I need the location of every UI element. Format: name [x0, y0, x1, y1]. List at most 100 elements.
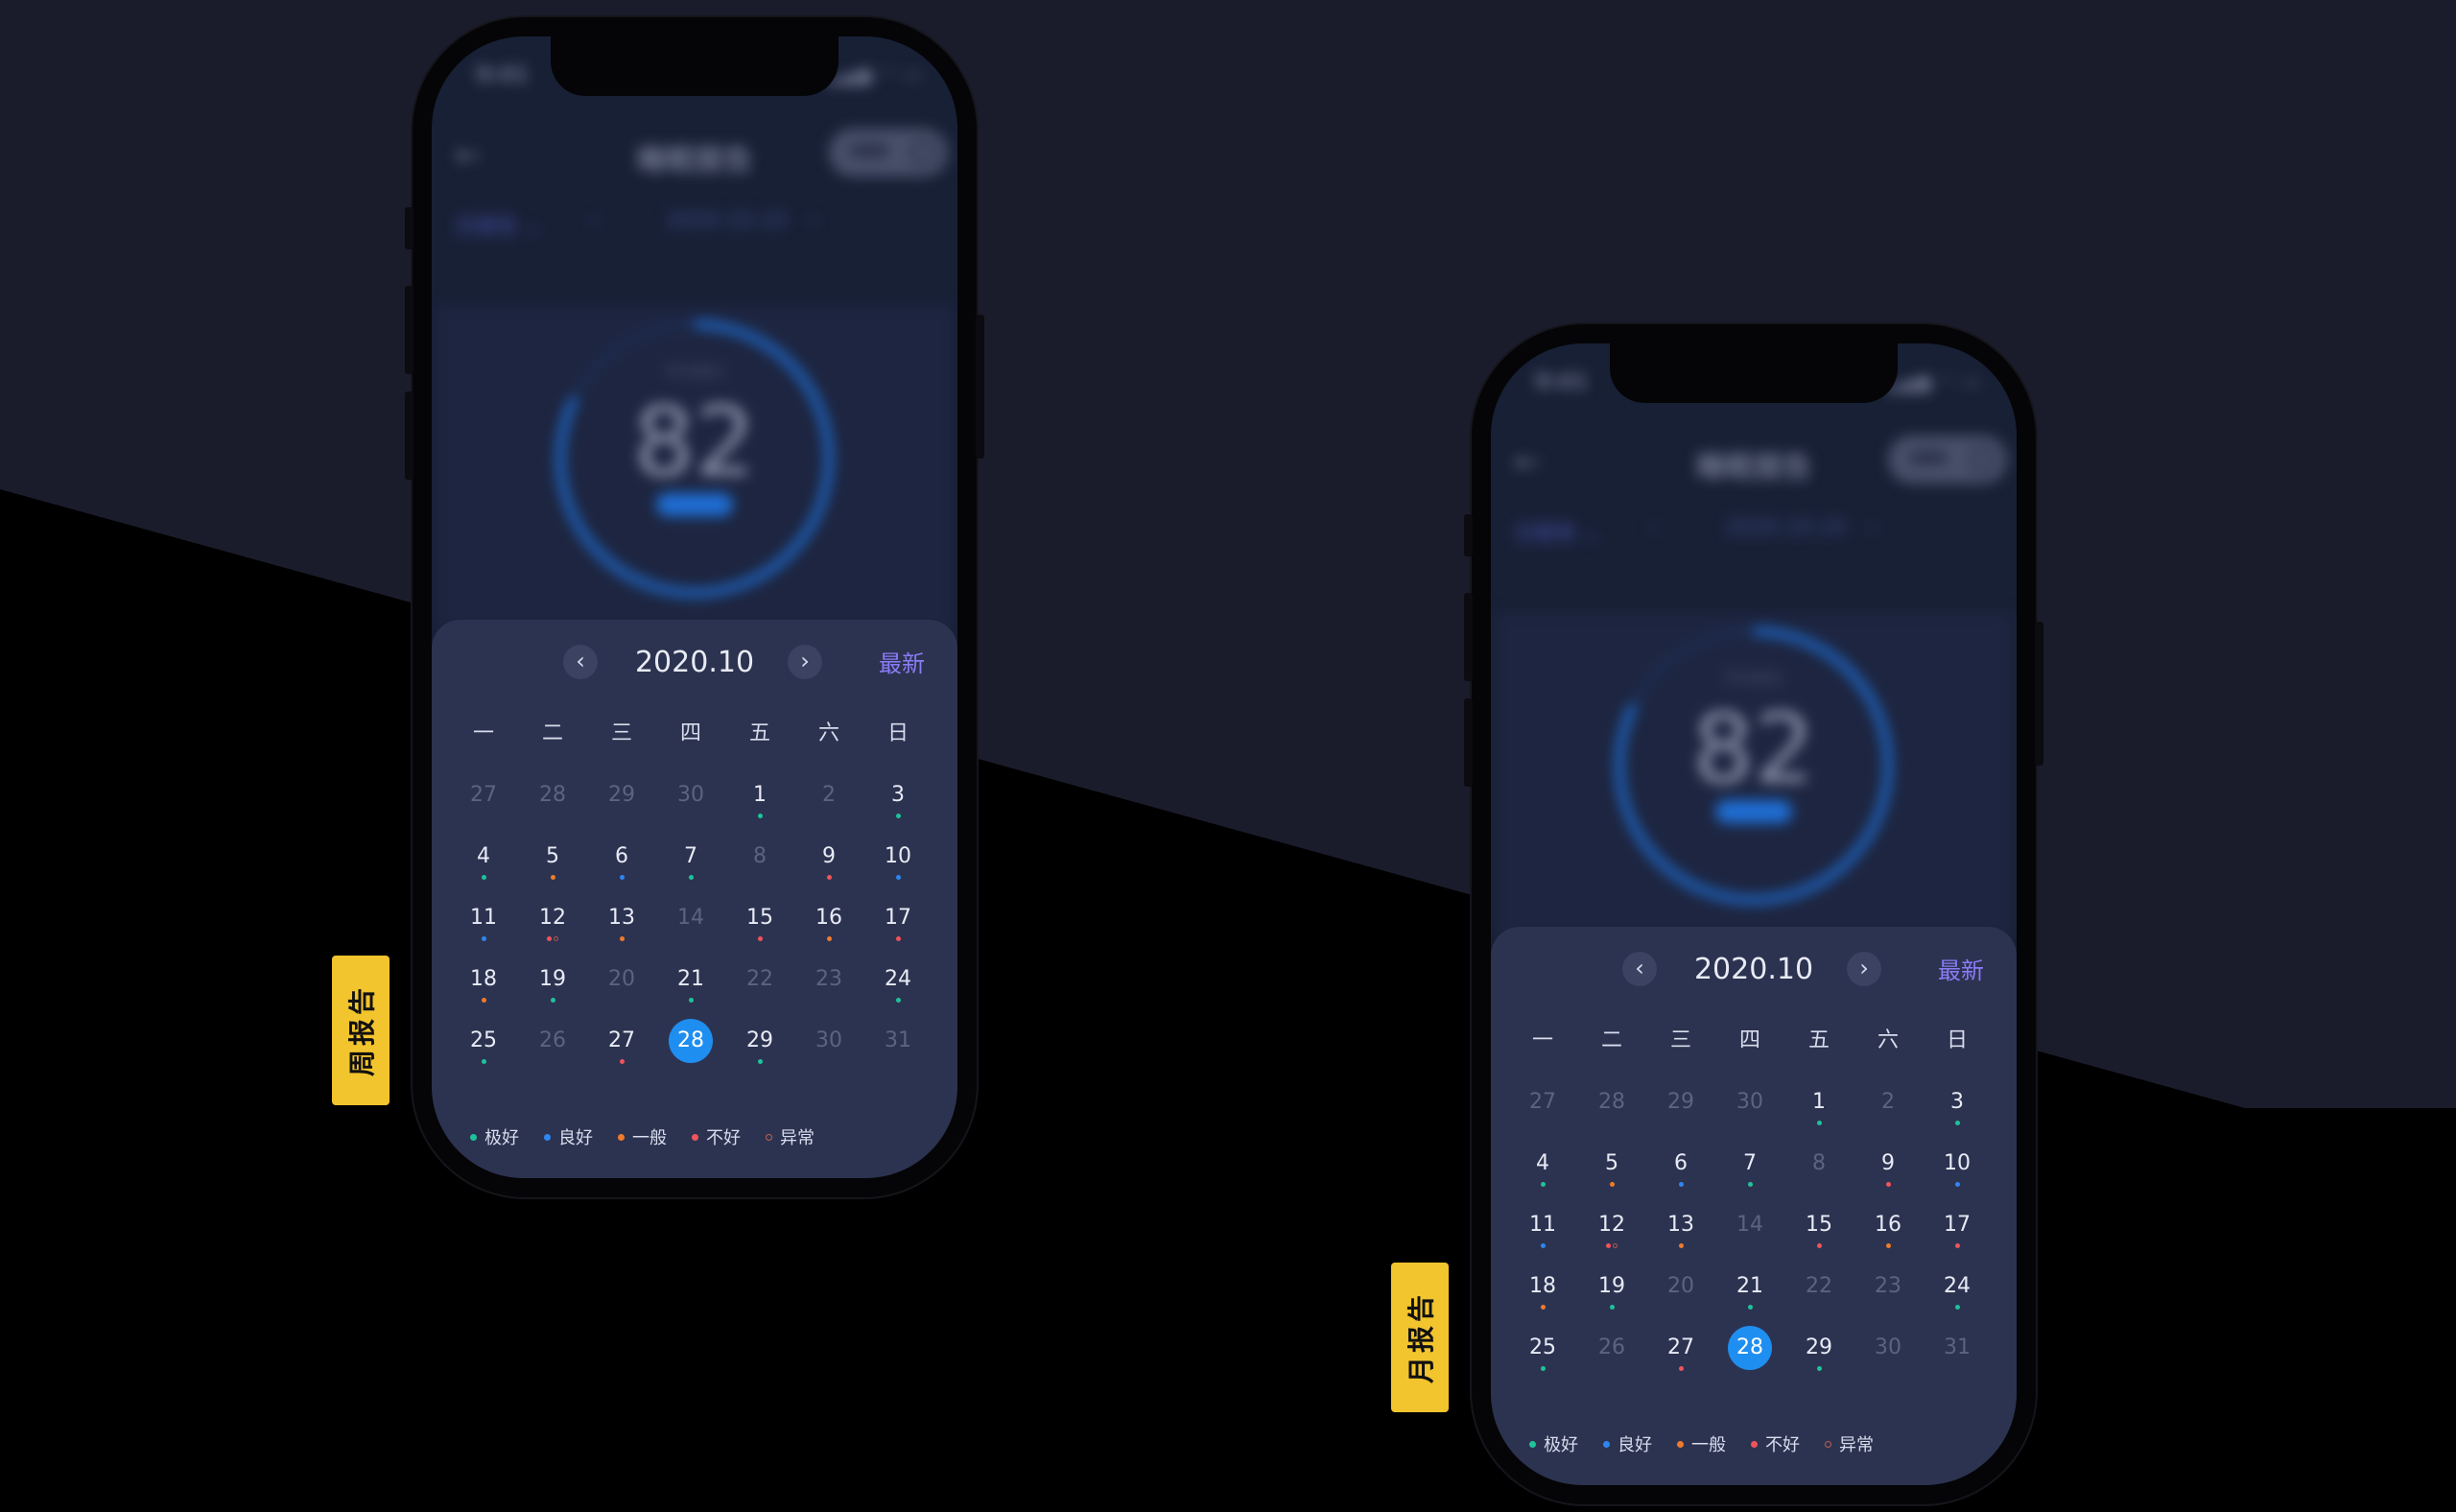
- next-month-button[interactable]: ›: [788, 645, 822, 679]
- calendar-day[interactable]: 26: [518, 1019, 587, 1080]
- close-circle-icon[interactable]: [1969, 446, 1996, 473]
- calendar-day[interactable]: 19: [518, 957, 587, 1019]
- calendar-day[interactable]: 13: [1646, 1203, 1715, 1264]
- calendar-day[interactable]: 13: [587, 896, 656, 957]
- calendar-day[interactable]: 26: [1577, 1326, 1646, 1387]
- calendar-day[interactable]: 29: [587, 773, 656, 835]
- calendar-day[interactable]: 27: [587, 1019, 656, 1080]
- calendar-day[interactable]: 27: [1508, 1080, 1577, 1142]
- calendar-day[interactable]: 10: [1923, 1142, 1992, 1203]
- mini-program-capsule[interactable]: [1888, 436, 2007, 484]
- calendar-day[interactable]: 14: [656, 896, 725, 957]
- calendar-day[interactable]: 3: [863, 773, 933, 835]
- calendar-day[interactable]: 4: [1508, 1142, 1577, 1203]
- calendar-day[interactable]: 8: [725, 835, 794, 896]
- calendar-day[interactable]: 5: [518, 835, 587, 896]
- legend-item-bad: 不好: [1751, 1431, 1800, 1456]
- calendar-day[interactable]: 28: [1577, 1080, 1646, 1142]
- calendar-day[interactable]: 30: [1715, 1080, 1784, 1142]
- report-type-select[interactable]: 日报告 ⌄: [455, 209, 542, 240]
- calendar-day[interactable]: 20: [1646, 1264, 1715, 1326]
- calendar-day[interactable]: 2: [1854, 1080, 1923, 1142]
- calendar-day[interactable]: 27: [449, 773, 518, 835]
- calendar-day[interactable]: 18: [1508, 1264, 1577, 1326]
- more-icon[interactable]: [850, 144, 888, 157]
- calendar-day[interactable]: 16: [1854, 1203, 1923, 1264]
- calendar-day[interactable]: 29: [1646, 1080, 1715, 1142]
- calendar-day[interactable]: 12: [1577, 1203, 1646, 1264]
- calendar-day[interactable]: 31: [863, 1019, 933, 1080]
- calendar-day[interactable]: 8: [1784, 1142, 1854, 1203]
- sleep-quality-marks: [1784, 1243, 1854, 1251]
- calendar-day[interactable]: 29: [725, 1019, 794, 1080]
- calendar-day[interactable]: 27: [1646, 1326, 1715, 1387]
- calendar-day[interactable]: 25: [449, 1019, 518, 1080]
- calendar-day[interactable]: 16: [794, 896, 863, 957]
- mini-program-capsule[interactable]: [829, 129, 948, 177]
- calendar-day[interactable]: 23: [1854, 1264, 1923, 1326]
- next-month-button[interactable]: ›: [1847, 952, 1881, 986]
- calendar-day-selected[interactable]: 28: [1715, 1326, 1784, 1387]
- calendar-day[interactable]: 4: [449, 835, 518, 896]
- calendar-day[interactable]: 23: [794, 957, 863, 1019]
- calendar-day[interactable]: 22: [1784, 1264, 1854, 1326]
- calendar-day[interactable]: 11: [1508, 1203, 1577, 1264]
- calendar-day[interactable]: 17: [863, 896, 933, 957]
- calendar-day[interactable]: 31: [1923, 1326, 1992, 1387]
- filter-next-icon[interactable]: ›: [810, 209, 818, 233]
- filter-next-icon[interactable]: ›: [1869, 516, 1877, 540]
- calendar-day[interactable]: 24: [1923, 1264, 1992, 1326]
- calendar-day[interactable]: 1: [1784, 1080, 1854, 1142]
- more-icon[interactable]: [1909, 451, 1948, 464]
- calendar-day[interactable]: 30: [1854, 1326, 1923, 1387]
- calendar-day[interactable]: 20: [587, 957, 656, 1019]
- legend-item-good: 良好: [1603, 1431, 1652, 1456]
- bad-dot-icon: [1954, 1243, 1960, 1248]
- calendar-day[interactable]: 15: [1784, 1203, 1854, 1264]
- calendar-day[interactable]: 11: [449, 896, 518, 957]
- calendar-day[interactable]: 22: [725, 957, 794, 1019]
- calendar-day[interactable]: 9: [794, 835, 863, 896]
- calendar-day[interactable]: 29: [1784, 1326, 1854, 1387]
- phone-monthly: 9:41 ▂▄▆ ◠ ▭ ← 睡眠报告 日报告 ⌄ ‹ 2020.10.10 ›…: [1464, 324, 2043, 1504]
- calendar-day[interactable]: 12: [518, 896, 587, 957]
- day-number: 21: [1736, 1274, 1763, 1298]
- side-button-power: [976, 315, 984, 459]
- calendar-day[interactable]: 18: [449, 957, 518, 1019]
- calendar-day[interactable]: 14: [1715, 1203, 1784, 1264]
- calendar-day[interactable]: 2: [794, 773, 863, 835]
- calendar-day-selected[interactable]: 28: [656, 1019, 725, 1080]
- close-circle-icon[interactable]: [909, 139, 936, 166]
- calendar-day[interactable]: 30: [794, 1019, 863, 1080]
- calendar-day[interactable]: 21: [1715, 1264, 1784, 1326]
- weekday-label: 一: [1531, 1028, 1553, 1052]
- calendar-day[interactable]: 25: [1508, 1326, 1577, 1387]
- calendar-day[interactable]: 7: [656, 835, 725, 896]
- day-number: 11: [470, 906, 497, 930]
- calendar-day[interactable]: 9: [1854, 1142, 1923, 1203]
- bad-dot-icon: [692, 1133, 698, 1141]
- abnormal-dot-icon: [1825, 1440, 1831, 1448]
- calendar-day[interactable]: 21: [656, 957, 725, 1019]
- excellent-dot-icon: [895, 814, 901, 818]
- calendar-day[interactable]: 19: [1577, 1264, 1646, 1326]
- report-type-select[interactable]: 日报告 ⌄: [1514, 516, 1601, 547]
- calendar-day[interactable]: 24: [863, 957, 933, 1019]
- calendar-day[interactable]: 17: [1923, 1203, 1992, 1264]
- calendar-day[interactable]: 15: [725, 896, 794, 957]
- calendar-day[interactable]: 7: [1715, 1142, 1784, 1203]
- latest-button[interactable]: 最新: [1938, 954, 1984, 988]
- calendar-day[interactable]: 30: [656, 773, 725, 835]
- calendar-day[interactable]: 28: [518, 773, 587, 835]
- latest-button[interactable]: 最新: [879, 647, 925, 681]
- calendar-day[interactable]: 5: [1577, 1142, 1646, 1203]
- weekday-label: 四: [1738, 1028, 1760, 1052]
- calendar-day[interactable]: 10: [863, 835, 933, 896]
- bad-dot-icon: [757, 936, 763, 941]
- calendar-day[interactable]: 6: [1646, 1142, 1715, 1203]
- filter-prev-icon[interactable]: ‹: [589, 209, 598, 233]
- calendar-day[interactable]: 1: [725, 773, 794, 835]
- filter-prev-icon[interactable]: ‹: [1648, 516, 1657, 540]
- calendar-day[interactable]: 3: [1923, 1080, 1992, 1142]
- calendar-day[interactable]: 6: [587, 835, 656, 896]
